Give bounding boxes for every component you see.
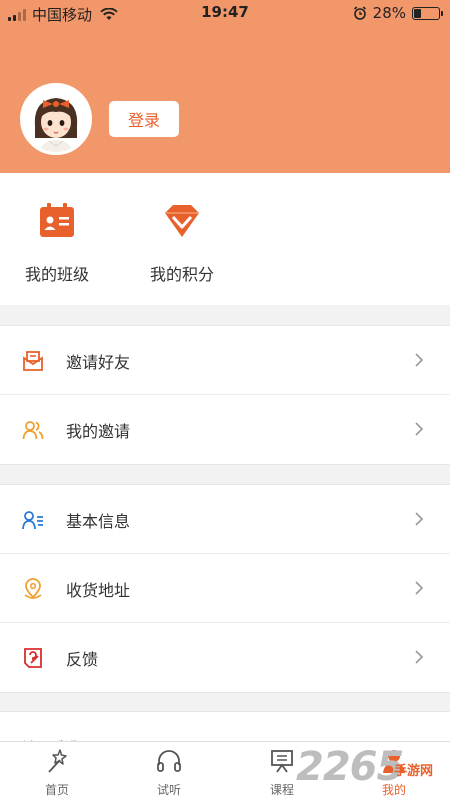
chevron-right-icon: [415, 581, 424, 595]
chevron-right-icon: [415, 353, 424, 367]
points-gem-icon: [165, 205, 199, 237]
avatar-girl-icon: [23, 86, 89, 152]
profile-header: 登录: [0, 26, 450, 173]
watermark-logo: 2265 手游网: [296, 742, 446, 798]
menu-group-invite: 邀请好友 我的邀请: [0, 325, 450, 465]
login-button[interactable]: 登录: [109, 101, 179, 137]
status-right: 28%: [353, 4, 443, 22]
quick-item-my-points[interactable]: 我的积分: [127, 201, 237, 285]
menu-item-my-invitations[interactable]: 我的邀请: [0, 395, 450, 464]
home-wand-icon: [48, 749, 67, 773]
menu-item-invite-friends[interactable]: 邀请好友: [0, 326, 450, 395]
alarm-icon: [353, 6, 366, 20]
feedback-icon: [24, 648, 42, 668]
battery-icon: [412, 6, 443, 20]
location-pin-icon: [24, 578, 42, 599]
tab-label-home: 首页: [44, 783, 69, 797]
watermark-number: 2265: [296, 744, 404, 790]
menu-item-feedback[interactable]: 反馈: [0, 623, 450, 692]
tab-label-listen: 试听: [156, 783, 181, 797]
profile-info-icon: [22, 511, 43, 530]
class-card-icon: [40, 203, 74, 237]
users-icon: [22, 421, 44, 440]
quick-label-my-class: 我的班级: [24, 265, 89, 284]
headphones-icon: [157, 750, 181, 772]
quick-label-my-points: 我的积分: [149, 265, 214, 284]
menu-label-basic-info: 基本信息: [66, 512, 131, 531]
menu-group-account: 基本信息 收货地址 反馈: [0, 484, 450, 693]
invite-mail-icon: [23, 351, 43, 371]
watermark-text: 手游网: [394, 764, 434, 779]
quick-item-my-class[interactable]: 我的班级: [2, 201, 112, 285]
menu-label-my-invitations: 我的邀请: [66, 422, 131, 441]
course-board-icon: [271, 750, 293, 773]
quick-actions: 我的班级 我的积分: [0, 173, 450, 305]
battery-level: [414, 8, 422, 18]
battery-percent: 28%: [372, 4, 406, 22]
tab-home[interactable]: 首页: [27, 748, 87, 798]
chevron-right-icon: [415, 422, 424, 436]
tab-listen[interactable]: 试听: [139, 748, 199, 798]
menu-label-feedback: 反馈: [66, 650, 99, 669]
chevron-right-icon: [415, 650, 424, 664]
menu-label-invite-friends: 邀请好友: [66, 353, 131, 372]
avatar[interactable]: [20, 83, 92, 155]
menu-item-basic-info[interactable]: 基本信息: [0, 485, 450, 554]
chevron-right-icon: [415, 512, 424, 526]
status-bar: 中国移动 19:47 28%: [0, 0, 450, 26]
menu-item-shipping-address[interactable]: 收货地址: [0, 554, 450, 623]
menu-label-shipping-address: 收货地址: [66, 581, 131, 600]
